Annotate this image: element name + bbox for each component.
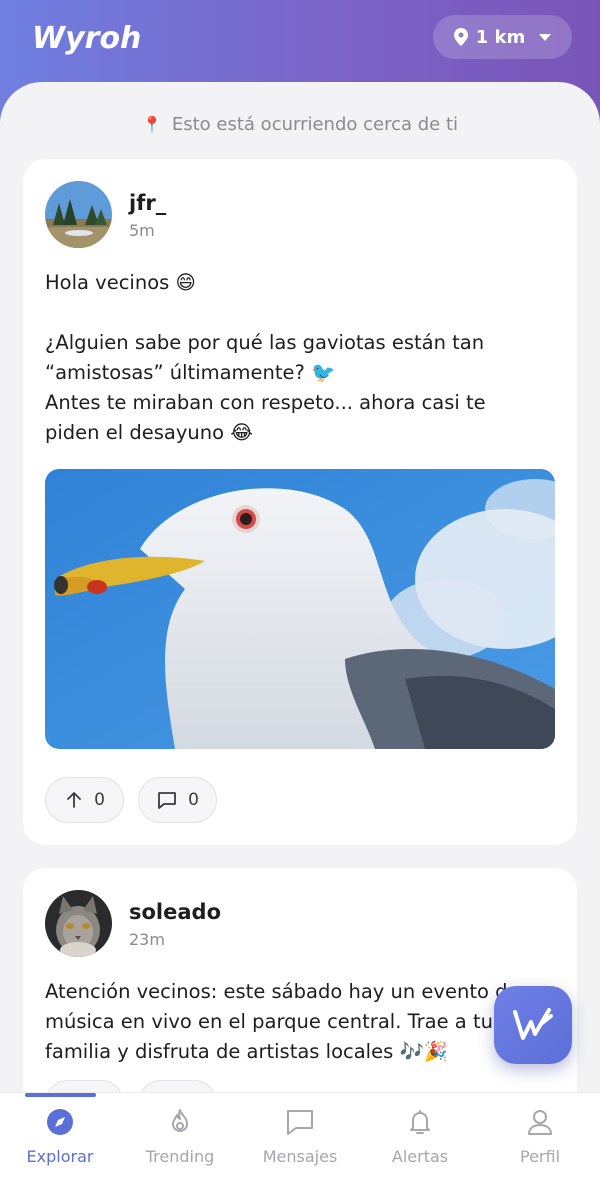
nav-label: Alertas bbox=[391, 1147, 449, 1166]
app-header: Wyroh 1 km bbox=[0, 0, 600, 90]
create-post-button[interactable] bbox=[494, 986, 572, 1064]
avatar[interactable] bbox=[45, 181, 112, 248]
nav-item-explorar[interactable]: Explorar bbox=[0, 1107, 120, 1166]
nav-label: Trending bbox=[145, 1147, 215, 1166]
nearby-banner-text: Esto está ocurriendo cerca de ti bbox=[171, 114, 459, 135]
arrow-up-icon bbox=[67, 792, 81, 808]
bottom-nav: Explorar Trending Mensajes Alertas Perfi… bbox=[0, 1092, 600, 1177]
chevron-down-icon bbox=[539, 33, 552, 41]
app-logo: Wyroh bbox=[32, 16, 141, 60]
nav-label: Explorar bbox=[26, 1147, 94, 1166]
post-line: música en vivo en el parque central. Tra… bbox=[45, 1010, 493, 1033]
post-time: 5m bbox=[129, 221, 155, 240]
post-line: Hola vecinos 😄 bbox=[45, 271, 196, 294]
post-line: familia y disfruta de artistas locales 🎶… bbox=[45, 1040, 449, 1063]
post-card[interactable]: soleado 23m Atención vecinos: este sábad… bbox=[23, 868, 577, 1092]
post-body: Hola vecinos 😄 ¿Alguien sabe por qué las… bbox=[45, 268, 545, 448]
post-author[interactable]: jfr_ bbox=[129, 191, 166, 215]
flame-icon bbox=[172, 1109, 188, 1132]
comment-icon bbox=[158, 792, 176, 809]
nav-item-mensajes[interactable]: Mensajes bbox=[240, 1107, 360, 1166]
nav-active-indicator bbox=[25, 1093, 96, 1097]
bell-icon bbox=[410, 1110, 430, 1134]
avatar[interactable] bbox=[45, 890, 112, 957]
post-line: ¿Alguien sabe por qué las gaviotas están… bbox=[45, 331, 485, 354]
post-image-seagull[interactable] bbox=[45, 469, 555, 749]
nav-item-trending[interactable]: Trending bbox=[120, 1107, 240, 1166]
post-line: piden el desayuno 😂 bbox=[45, 421, 253, 444]
upvote-count: 0 bbox=[94, 790, 105, 810]
map-pin-icon: 📍 bbox=[141, 115, 162, 134]
post-card[interactable]: jfr_ 5m Hola vecinos 😄 ¿Alguien sabe por… bbox=[23, 159, 577, 845]
nav-label: Perfil bbox=[519, 1147, 561, 1166]
post-line: Atención vecinos: este sábado hay un eve… bbox=[45, 980, 520, 1003]
message-icon bbox=[287, 1110, 313, 1135]
post-author[interactable]: soleado bbox=[129, 900, 221, 924]
comment-button[interactable]: 0 bbox=[138, 777, 217, 823]
location-pin-icon bbox=[453, 28, 468, 46]
user-icon bbox=[528, 1110, 552, 1135]
comment-button[interactable] bbox=[138, 1080, 217, 1092]
radius-value: 1 km bbox=[475, 26, 526, 48]
feed-sheet: 📍 Esto está ocurriendo cerca de ti jfr_ … bbox=[0, 82, 600, 1092]
radius-selector[interactable]: 1 km bbox=[433, 15, 572, 59]
post-line: “amistosas” últimamente? 🐦 bbox=[45, 361, 336, 384]
nav-label: Mensajes bbox=[262, 1147, 338, 1166]
compass-icon bbox=[47, 1109, 73, 1135]
nav-item-alertas[interactable]: Alertas bbox=[360, 1107, 480, 1166]
nav-item-perfil[interactable]: Perfil bbox=[480, 1107, 600, 1166]
post-body: Atención vecinos: este sábado hay un eve… bbox=[45, 977, 565, 1067]
wyroh-logo-icon bbox=[513, 1008, 553, 1040]
nearby-banner: 📍 Esto está ocurriendo cerca de ti bbox=[0, 114, 600, 135]
upvote-button[interactable] bbox=[45, 1080, 124, 1092]
upvote-button[interactable]: 0 bbox=[45, 777, 124, 823]
post-line: Antes te miraban con respeto... ahora ca… bbox=[45, 391, 486, 414]
comment-count: 0 bbox=[188, 790, 199, 810]
post-line bbox=[45, 298, 545, 328]
post-time: 23m bbox=[129, 930, 165, 949]
app-logo-text: Wyroh bbox=[32, 20, 142, 56]
